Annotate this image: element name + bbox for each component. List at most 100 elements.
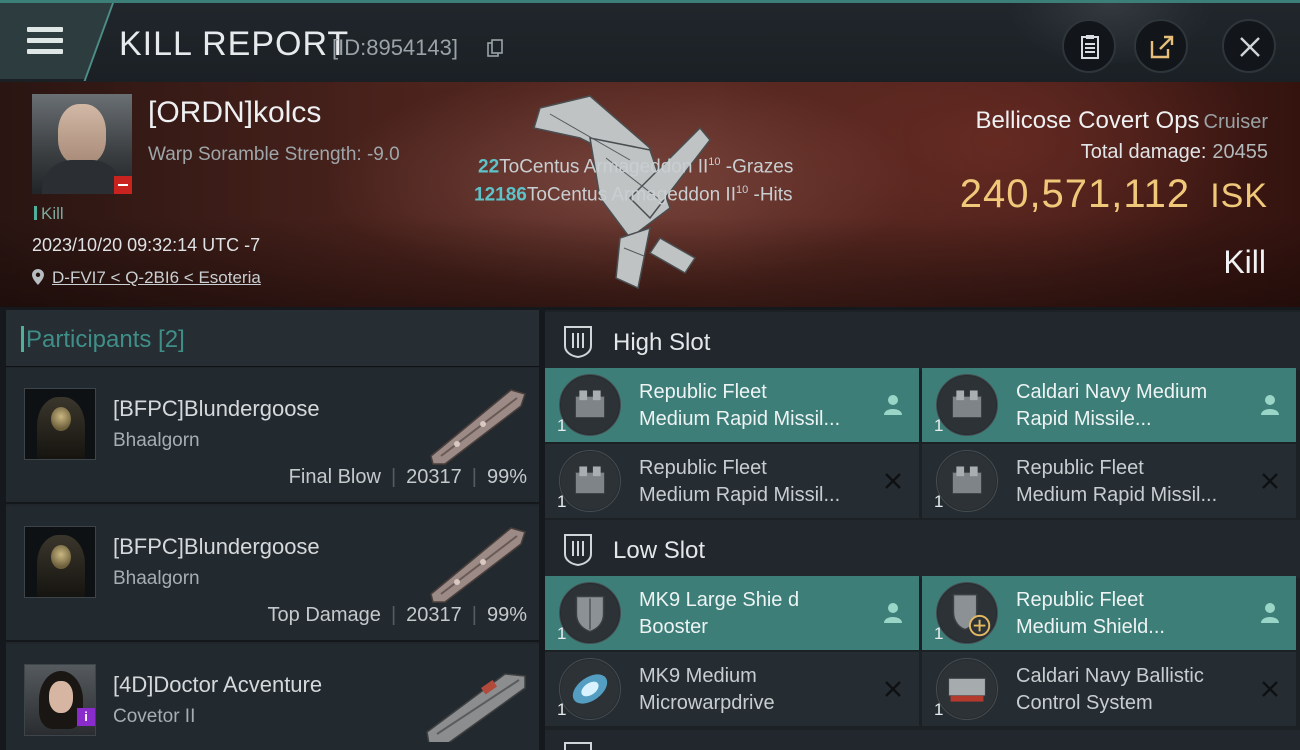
participant-row[interactable]: [BFPC]Blundergoose Bhaalgorn Final Blow |… [6, 368, 539, 504]
mid-slot-header [545, 730, 1300, 750]
copy-icon[interactable] [487, 39, 503, 57]
participant-percent: 99% [486, 466, 527, 488]
kill-timestamp: 2023/10/20 09:32:14 UTC -7 [32, 235, 261, 255]
participant-ship-image [430, 389, 526, 465]
module-quantity: 1 [557, 624, 567, 643]
module-name-line1: Republic Fleet [639, 381, 767, 403]
total-damage-value: 20455 [1212, 141, 1268, 163]
shield-extender-icon [936, 582, 998, 644]
dropped-item-icon [1261, 395, 1279, 415]
participant-row[interactable]: [BFPC]Blundergoose Bhaalgorn Top Damage |… [6, 506, 539, 642]
damage-source: ToCentus Armageddon II [526, 184, 736, 206]
high-slot-title: High Slot [613, 329, 711, 356]
destroyed-item-icon [1262, 473, 1278, 489]
participant-name: [BFPC]Blundergoose [113, 534, 320, 559]
damage-source: ToCentus Armageddon II [499, 156, 709, 178]
dropped-item-icon [1261, 603, 1279, 623]
damage-amount: 22 [478, 156, 500, 178]
info-icon: i [77, 708, 95, 726]
low-slot-header: Low Slot [545, 520, 1300, 578]
close-icon [1240, 37, 1260, 57]
module-name: Caldari Navy Medium Rapid Missile... [1016, 379, 1256, 433]
share-icon [1150, 35, 1174, 59]
participant-name: [4D]Doctor Acventure [113, 672, 323, 697]
module-name: MK9 Medium Microwarpdrive [639, 663, 879, 717]
missile-launcher-icon [936, 374, 998, 436]
participant-avatar[interactable] [24, 388, 96, 460]
participant-percent: 99% [486, 604, 527, 626]
module-name-line2: Medium Rapid Missil... [1016, 484, 1218, 506]
participant-ship-image [430, 527, 526, 603]
module-name-line2: Control System [1016, 692, 1153, 714]
module-quantity: 1 [557, 700, 567, 719]
total-damage-label: Total damage: [1080, 141, 1207, 163]
module-item[interactable]: 1 Caldari Navy Ballistic Control System [922, 652, 1296, 726]
module-name-line2: Medium Rapid Missil... [639, 484, 841, 506]
module-item[interactable]: 1 MK9 Large Shie d Booster [545, 576, 919, 650]
kill-tag: Kill [34, 204, 64, 224]
participant-stats: Top Damage | 20317 | 99% [267, 604, 527, 626]
low-slot-title: Low Slot [613, 537, 706, 564]
high-slot-header: High Slot [545, 312, 1300, 370]
close-button[interactable] [1222, 19, 1276, 73]
module-item[interactable]: 1 MK9 Medium Microwarpdrive [545, 652, 919, 726]
module-name-line1: MK9 Medium [639, 665, 757, 687]
module-name-line2: Medium Shield... [1016, 616, 1165, 638]
victim-ship-name[interactable]: Bellicose Covert Ops Cruiser [975, 107, 1268, 135]
ship-class: Cruiser [1203, 111, 1268, 133]
destroyed-item-icon [885, 473, 901, 489]
ship-name-text: Bellicose Covert Ops [975, 107, 1200, 134]
participant-name: [BFPC]Blundergoose [113, 396, 320, 421]
participant-avatar[interactable] [24, 526, 96, 598]
isk-value: 240,571,112 ISK [960, 172, 1268, 217]
victim-name[interactable]: [ORDN]kolcs [148, 96, 321, 130]
damage-source-level: 10 [735, 184, 749, 196]
microwarpdrive-icon [559, 658, 621, 720]
isk-amount: 240,571,112 [959, 172, 1191, 216]
hamburger-icon [27, 27, 63, 55]
location-pin-icon [32, 269, 44, 285]
ballistic-control-icon [936, 658, 998, 720]
module-item[interactable]: 1 Caldari Navy Medium Rapid Missile... [922, 368, 1296, 442]
top-bar: KILL REPORT [ID:8954143] [0, 0, 1300, 82]
missile-launcher-icon [559, 450, 621, 512]
damage-source-level: 10 [708, 156, 721, 168]
module-item[interactable]: 1 Republic Fleet Medium Rapid Missil... [922, 444, 1296, 518]
dropped-item-icon [884, 395, 902, 415]
shield-booster-icon [559, 582, 621, 644]
module-name-line1: MK9 Large Shie d [639, 589, 800, 611]
isk-unit: ISK [1210, 177, 1268, 215]
module-name-line1: Republic Fleet [1016, 589, 1144, 611]
participant-damage: 20317 [406, 604, 462, 626]
module-name-line2: Rapid Missile... [1016, 408, 1152, 430]
hostile-status-icon [114, 176, 132, 194]
module-quantity: 1 [557, 416, 567, 435]
report-id: [ID:8954143] [332, 35, 458, 60]
damage-result: -Grazes [720, 156, 794, 178]
module-name: Republic Fleet Medium Shield... [1016, 587, 1256, 641]
share-button[interactable] [1134, 19, 1188, 73]
outcome-label: Kill [1223, 244, 1266, 280]
mid-slot-icon [564, 742, 592, 750]
participant-ship: Bhaalgorn [113, 568, 200, 589]
participant-role: Final Blow [288, 466, 381, 488]
damage-result: -Hits [748, 184, 793, 206]
missile-launcher-icon [559, 374, 621, 436]
low-slot-icon [564, 534, 592, 566]
module-name-line2: Microwarpdrive [639, 692, 775, 714]
participant-damage: 20317 [406, 466, 462, 488]
module-item[interactable]: 1 Republic Fleet Medium Rapid Missil... [545, 444, 919, 518]
module-name-line1: Republic Fleet [1016, 457, 1144, 479]
kill-location[interactable]: D-FVI7 < Q-2BI6 < Esoteria [32, 268, 261, 288]
module-name-line2: Booster [639, 616, 708, 638]
module-quantity: 1 [934, 416, 944, 435]
destroyed-item-icon [885, 681, 901, 697]
module-name-line1: Caldari Navy Ballistic [1016, 665, 1204, 687]
clipboard-button[interactable] [1062, 19, 1116, 73]
participant-role: Top Damage [267, 604, 381, 626]
fitting-panel: High Slot 1 Republic Fleet Medium Rapid … [545, 310, 1300, 750]
participant-row[interactable]: [4D]Doctor Acventure Covetor II [6, 644, 539, 750]
module-item[interactable]: 1 Republic Fleet Medium Shield... [922, 576, 1296, 650]
location-link[interactable]: D-FVI7 < Q-2BI6 < Esoteria [52, 268, 261, 287]
module-item[interactable]: 1 Republic Fleet Medium Rapid Missil... [545, 368, 919, 442]
